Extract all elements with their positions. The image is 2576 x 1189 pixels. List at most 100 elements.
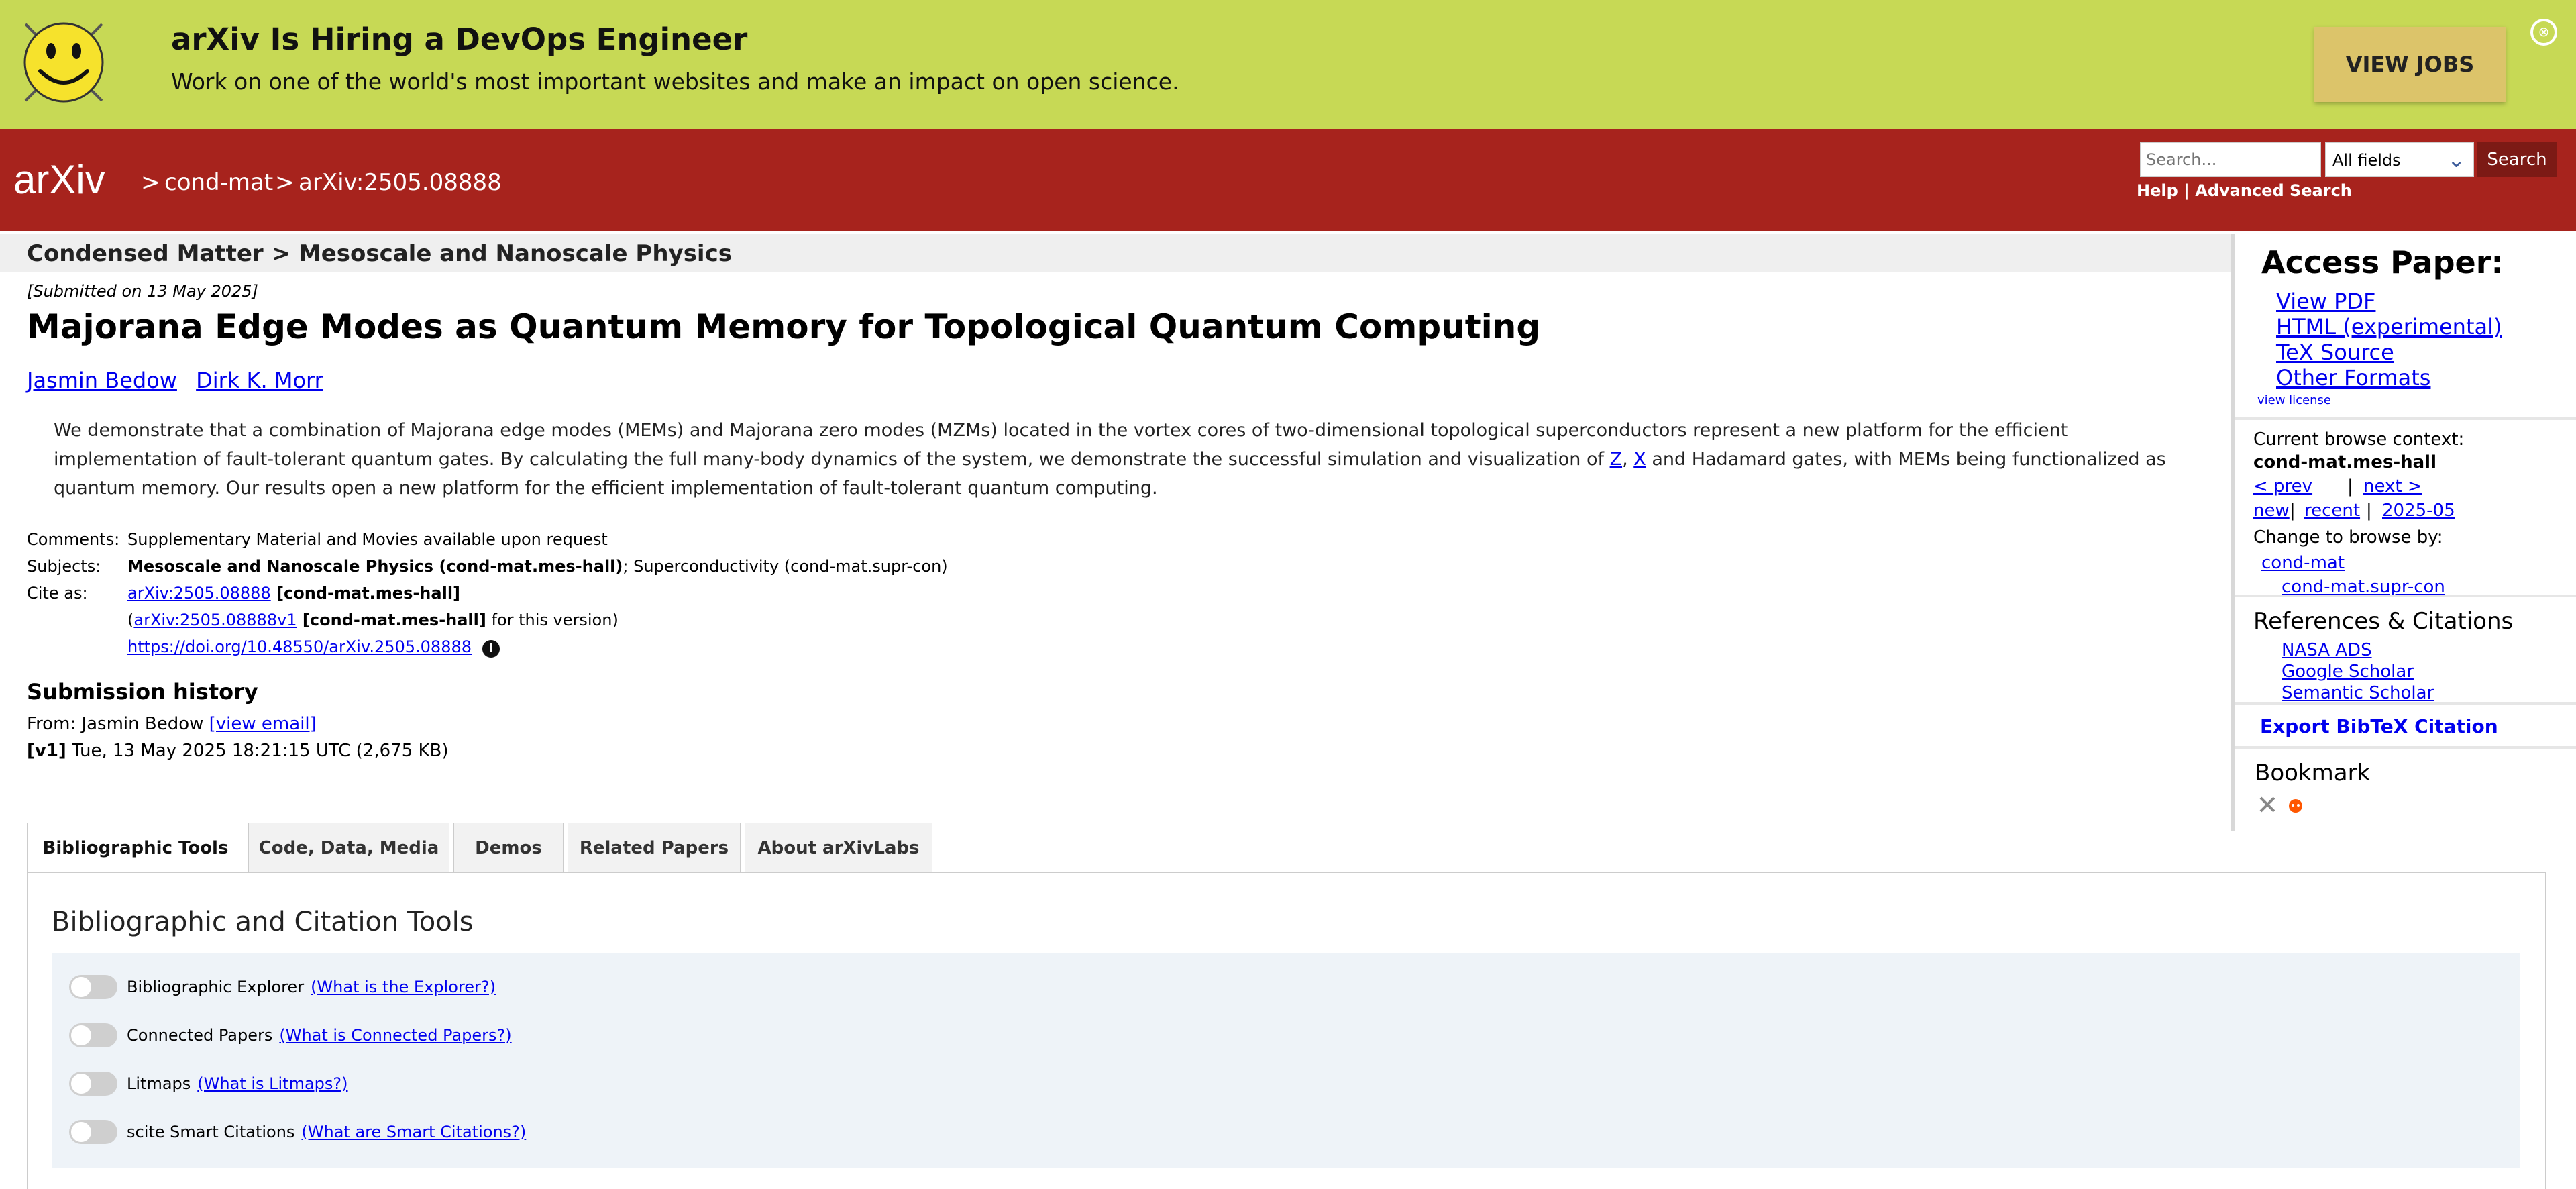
tab-bibliographic-tools[interactable]: Bibliographic Tools [27,823,244,874]
tool-row: Bibliographic Explorer (What is the Expl… [69,975,496,999]
submission-history-heading: Submission history [27,679,258,705]
link-separator: | [2184,181,2190,200]
nav-separator: | [2290,501,2296,521]
new-link[interactable]: new [2253,501,2290,521]
tool-label: Connected Papers [127,1026,273,1045]
submission-date: [Submitted on 13 May 2025] [27,282,258,301]
browse-cond-mat-link[interactable]: cond-mat [2261,553,2345,573]
litmaps-toggle[interactable] [69,1072,117,1096]
subject-bar: Condensed Matter > Mesoscale and Nanosca… [0,234,2231,272]
paper-title: Majorana Edge Modes as Quantum Memory fo… [27,307,1541,346]
tool-label: scite Smart Citations [127,1123,295,1141]
references-block: References & Citations NASA ADS Google S… [2235,594,2576,705]
connected-papers-toggle[interactable] [69,1023,117,1047]
tex-source-link[interactable]: TeX Source [2276,340,2394,365]
tool-label: Bibliographic Explorer [127,978,305,996]
search-field-value: All fields [2332,151,2401,170]
panel-title: Bibliographic and Citation Tools [52,907,474,937]
scite-toggle[interactable] [69,1120,117,1144]
browse-context-label: Current browse context: [2253,429,2465,450]
google-scholar-link[interactable]: Google Scholar [2282,662,2414,682]
tool-help-link[interactable]: (What is Litmaps?) [197,1074,347,1093]
tools-list: Bibliographic Explorer (What is the Expl… [52,953,2520,1168]
cite-version-value: (arXiv:2505.08888v1 [cond-mat.mes-hall] … [127,611,619,629]
bibsonomy-icon[interactable] [2257,794,2277,815]
cite-link[interactable]: arXiv:2505.08888 [127,584,271,603]
export-bibtex-link[interactable]: Export BibTeX Citation [2260,715,2498,737]
tool-row: Litmaps (What is Litmaps?) [69,1072,348,1096]
version-v1: [v1] Tue, 13 May 2025 18:21:15 UTC (2,67… [27,741,449,761]
bibliographic-explorer-toggle[interactable] [69,975,117,999]
tool-label: Litmaps [127,1074,191,1093]
advanced-search-link[interactable]: Advanced Search [2195,181,2352,200]
search-field-select[interactable]: All fields ⌄ [2325,142,2474,177]
access-paper-title: Access Paper: [2261,244,2504,280]
nav-separator: | [2366,501,2372,521]
month-link[interactable]: 2025-05 [2382,501,2455,521]
smiley-logo-icon [23,22,104,103]
gate-z-math[interactable]: Z [1610,449,1623,470]
gate-x-math[interactable]: X [1633,449,1646,470]
chevron-down-icon: ⌄ [2447,147,2465,172]
html-link[interactable]: HTML (experimental) [2276,314,2502,340]
search-button[interactable]: Search [2477,142,2557,177]
info-icon[interactable]: i [482,640,500,658]
access-paper-block: Access Paper: View PDF HTML (experimenta… [2235,234,2576,420]
reddit-icon[interactable] [2286,794,2306,815]
tool-help-link[interactable]: (What is Connected Papers?) [279,1026,511,1045]
tab-about-arxivlabs[interactable]: About arXivLabs [745,823,932,874]
help-link[interactable]: Help [2137,181,2178,200]
view-license-link[interactable]: view license [2257,393,2331,407]
search-input[interactable] [2140,142,2321,177]
hiring-banner: arXiv Is Hiring a DevOps Engineer Work o… [0,0,2576,129]
other-formats-link[interactable]: Other Formats [2276,365,2430,391]
view-email-link[interactable]: [view email] [209,714,317,734]
recent-link[interactable]: recent [2304,501,2360,521]
view-pdf-link[interactable]: View PDF [2276,289,2375,314]
comments-label: Comments: [27,530,120,549]
comments-value[interactable]: Supplementary Material and Movies availa… [127,530,608,549]
site-header: arXiv > cond-mat > arXiv:2505.08888 All … [0,129,2576,231]
tool-help-link[interactable]: (What are Smart Citations?) [301,1123,526,1141]
change-browse-label: Change to browse by: [2253,527,2443,548]
banner-subtitle: Work on one of the world's most importan… [171,68,1179,95]
abstract: We demonstrate that a combination of Maj… [54,420,2166,499]
tab-related-papers[interactable]: Related Papers [568,823,741,874]
author-link[interactable]: Jasmin Bedow [27,368,177,393]
subject-breadcrumb: Condensed Matter > Mesoscale and Nanosca… [27,240,732,267]
tool-help-link[interactable]: (What is the Explorer?) [311,978,496,996]
view-jobs-button[interactable]: VIEW JOBS [2314,27,2506,102]
banner-title: arXiv Is Hiring a DevOps Engineer [171,21,748,57]
nav-separator: | [2347,476,2353,497]
breadcrumb-separator: > [275,169,294,196]
tool-row: scite Smart Citations (What are Smart Ci… [69,1120,526,1144]
author-list: Jasmin Bedow Dirk K. Morr [27,368,335,393]
author-link[interactable]: Dirk K. Morr [196,368,323,393]
cite-as-label: Cite as: [27,584,88,603]
bookmark-block: Bookmark [2235,752,2576,825]
close-banner-icon[interactable]: ⊗ [2530,19,2557,46]
tool-row: Connected Papers (What is Connected Pape… [69,1023,512,1047]
bibtex-block: Export BibTeX Citation [2235,707,2576,749]
svg-text:arXiv: arXiv [13,157,105,202]
cite-version-link[interactable]: arXiv:2505.08888v1 [133,611,297,629]
doi-value: https://doi.org/10.48550/arXiv.2505.0888… [127,637,500,658]
submission-from: From: Jasmin Bedow [view email] [27,714,317,734]
breadcrumb-category-link[interactable]: cond-mat [164,169,273,196]
bookmark-title: Bookmark [2255,760,2371,786]
tab-code-data-media[interactable]: Code, Data, Media [248,823,449,874]
tab-demos[interactable]: Demos [453,823,564,874]
nasa-ads-link[interactable]: NASA ADS [2282,640,2372,660]
breadcrumb-separator: > [141,169,160,196]
subjects-value[interactable]: Mesoscale and Nanoscale Physics (cond-ma… [127,557,948,576]
semantic-scholar-link[interactable]: Semantic Scholar [2282,683,2434,703]
next-link[interactable]: next > [2363,476,2422,497]
prev-link[interactable]: < prev [2253,476,2312,497]
tab-panel: Bibliographic and Citation Tools Bibliog… [27,872,2546,1189]
references-title: References & Citations [2253,608,2514,635]
breadcrumb-paper-id: arXiv:2505.08888 [299,169,502,196]
help-links: Help | Advanced Search [2137,181,2352,200]
arxiv-logo[interactable]: arXiv [11,156,136,205]
doi-link[interactable]: https://doi.org/10.48550/arXiv.2505.0888… [127,637,472,656]
subjects-label: Subjects: [27,557,101,576]
